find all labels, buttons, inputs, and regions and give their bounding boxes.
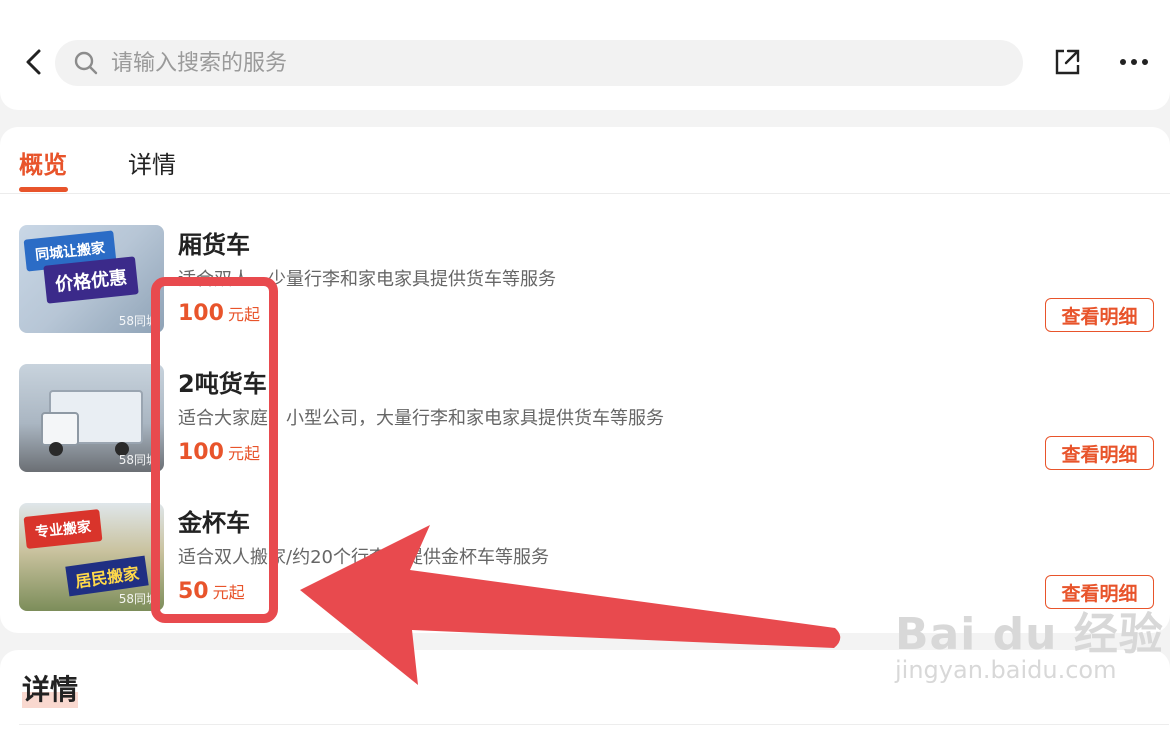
tab-bar: 概览 详情 (0, 127, 1170, 194)
price-unit: 元起 (212, 583, 245, 602)
tab-overview[interactable]: 概览 (19, 145, 67, 180)
service-price: 100 元起 (178, 301, 260, 326)
price-unit: 元起 (227, 305, 260, 324)
wheel-shape (49, 442, 63, 456)
thumb-watermark: 58同城 (118, 453, 158, 467)
details-section: 详情 (0, 650, 1170, 730)
thumb-tag: 专业搬家 (23, 509, 103, 549)
view-details-button[interactable]: 查看明细 (1045, 575, 1154, 609)
tab-active-indicator (19, 187, 68, 192)
divider (19, 724, 1169, 725)
service-thumbnail: 58同城 (19, 364, 164, 472)
service-thumbnail: 专业搬家 居民搬家 58同城 (19, 503, 164, 611)
view-details-button[interactable]: 查看明细 (1045, 436, 1154, 470)
price-unit: 元起 (227, 444, 260, 463)
thumb-watermark: 58同城 (118, 592, 158, 606)
top-bar (0, 0, 1170, 110)
thumb-watermark: 58同城 (118, 314, 158, 328)
thumb-badge: 价格优惠 (43, 256, 139, 304)
view-details-button[interactable]: 查看明细 (1045, 298, 1154, 332)
search-input[interactable] (109, 49, 1023, 77)
service-thumbnail: 同城让搬家 价格优惠 58同城 (19, 225, 164, 333)
search-bar[interactable] (55, 40, 1023, 86)
service-item[interactable]: 58同城 2吨货车 适合大家庭、小型公司，大量行李和家电家具提供货车等服务 10… (0, 364, 1170, 474)
price-number: 50 (178, 579, 209, 604)
more-icon[interactable] (1118, 52, 1150, 72)
service-price: 50 元起 (178, 579, 245, 604)
service-price: 100 元起 (178, 440, 260, 465)
service-item[interactable]: 专业搬家 居民搬家 58同城 金杯车 适合双人搬家/约20个行李箱提供金杯车等服… (0, 503, 1170, 613)
search-icon (74, 51, 98, 75)
service-desc: 适合大家庭、小型公司，大量行李和家电家具提供货车等服务 (178, 408, 664, 429)
service-desc: 适合双人搬家/约20个行李箱提供金杯车等服务 (178, 547, 549, 568)
price-number: 100 (178, 301, 224, 326)
service-title: 金杯车 (178, 509, 250, 537)
service-desc: 适合双人、少量行李和家电家具提供货车等服务 (178, 269, 556, 290)
truck-cab-shape (41, 412, 79, 446)
section-title: 详情 (22, 668, 79, 708)
service-card: 概览 详情 同城让搬家 价格优惠 58同城 厢货车 适合双人、少量行李和家电家具… (0, 127, 1170, 633)
tab-details[interactable]: 详情 (128, 145, 176, 180)
back-icon[interactable] (18, 46, 50, 78)
service-title: 2吨货车 (178, 370, 267, 398)
share-icon[interactable] (1052, 47, 1082, 77)
price-number: 100 (178, 440, 224, 465)
service-item[interactable]: 同城让搬家 价格优惠 58同城 厢货车 适合双人、少量行李和家电家具提供货车等服… (0, 225, 1170, 335)
service-title: 厢货车 (178, 231, 250, 259)
